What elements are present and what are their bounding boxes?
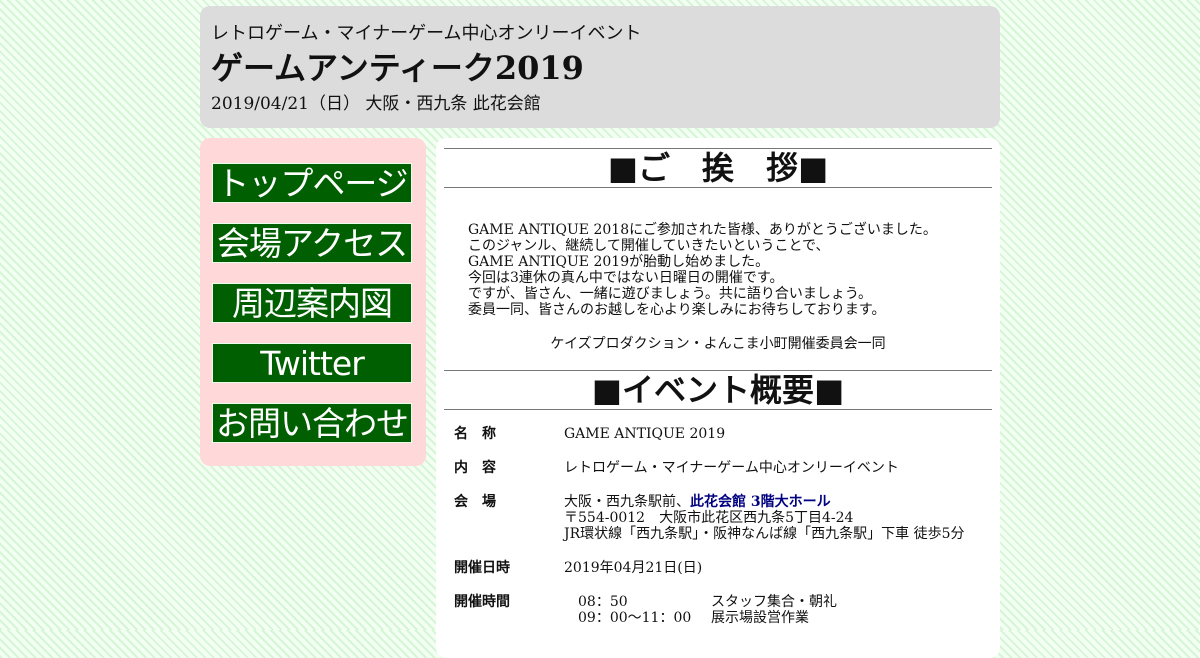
schedule-time: 08：50 — [578, 594, 628, 610]
site-subtitle: レトロゲーム・マイナーゲーム中心オンリーイベント — [211, 23, 642, 44]
date-label: 開催日時 — [454, 560, 510, 576]
table-row: 開催日時 2019年04月21日(日) — [454, 554, 965, 588]
nav-contact-button[interactable]: お問い合わせ — [212, 403, 412, 443]
venue-access: JR環状線「西九条駅」・阪神なんば線「西九条駅」下車 徒歩5分 — [564, 526, 965, 542]
venue-label: 会 場 — [454, 494, 496, 510]
schedule-row: 09：00～11：00 展示場設営作業 — [564, 610, 965, 626]
greeting-line: 委員一同、皆さんのお越しを心より楽しみにお待ちしております。 — [468, 302, 886, 318]
overview-table: 名 称 GAME ANTIQUE 2019 内 容 レトロゲーム・マイナーゲーム… — [454, 420, 965, 638]
greeting-line: GAME ANTIQUE 2018にご参加された皆様、ありがとうございました。 — [468, 222, 937, 238]
table-row: 開催時間 08：50 スタッフ集合・朝礼 09：00～11：00 展示場設営作業 — [454, 588, 965, 638]
content-label: 内 容 — [454, 460, 496, 476]
venue-value: 大阪・西九条駅前、此花会館 3階大ホール 〒554-0012 大阪市此花区西九条… — [564, 488, 965, 554]
greeting-heading: ■ご 挨 拶■ — [444, 148, 992, 188]
overview-heading: ■イベント概要■ — [444, 370, 992, 410]
time-schedule: 08：50 スタッフ集合・朝礼 09：00～11：00 展示場設営作業 — [564, 588, 965, 638]
schedule-desc: スタッフ集合・朝礼 — [711, 594, 837, 610]
main-content: ■ご 挨 拶■ GAME ANTIQUE 2018にご参加された皆様、ありがとう… — [436, 138, 1000, 658]
greeting-text: GAME ANTIQUE 2018にご参加された皆様、ありがとうございました。 … — [468, 222, 992, 318]
schedule-desc: 展示場設営作業 — [711, 610, 809, 626]
content-value: レトロゲーム・マイナーゲーム中心オンリーイベント — [564, 460, 899, 476]
venue-link[interactable]: 此花会館 3階大ホール — [690, 494, 831, 510]
schedule-row: 08：50 スタッフ集合・朝礼 — [564, 594, 965, 610]
greeting-line: このジャンル、継続して開催していきたいということで、 — [468, 238, 830, 254]
venue-address: 〒554-0012 大阪市此花区西九条5丁目4-24 — [564, 510, 854, 526]
table-row: 会 場 大阪・西九条駅前、此花会館 3階大ホール 〒554-0012 大阪市此花… — [454, 488, 965, 554]
name-label: 名 称 — [454, 426, 496, 442]
event-date-place: 2019/04/21（日） 大阪・西九条 此花会館 — [211, 94, 541, 114]
site-title: ゲームアンティーク2019 — [211, 49, 584, 87]
nav-twitter-button[interactable]: Twitter — [212, 343, 412, 383]
greeting-signature: ケイズプロダクション・よんこま小町開催委員会一同 — [550, 336, 886, 352]
venue-prefix: 大阪・西九条駅前、 — [564, 494, 690, 510]
greeting-line: ですが、皆さん、一緒に遊びましょう。共に語り合いましょう。 — [468, 286, 873, 302]
time-label: 開催時間 — [454, 594, 510, 610]
nav-venue-access-button[interactable]: 会場アクセス — [212, 223, 412, 263]
greeting-line: GAME ANTIQUE 2019が胎動し始めました。 — [468, 254, 770, 270]
sidebar-nav: トップページ 会場アクセス 周辺案内図 Twitter お問い合わせ — [200, 138, 426, 466]
nav-area-map-button[interactable]: 周辺案内図 — [212, 283, 412, 323]
date-value: 2019年04月21日(日) — [564, 560, 703, 576]
nav-top-page-button[interactable]: トップページ — [212, 163, 412, 203]
name-value: GAME ANTIQUE 2019 — [564, 426, 726, 442]
site-header: レトロゲーム・マイナーゲーム中心オンリーイベント ゲームアンティーク2019 2… — [200, 6, 1000, 128]
greeting-line: 今回は3連休の真ん中ではない日曜日の開催です。 — [468, 270, 784, 286]
table-row: 内 容 レトロゲーム・マイナーゲーム中心オンリーイベント — [454, 454, 965, 488]
schedule-time: 09：00～11：00 — [578, 610, 692, 626]
table-row: 名 称 GAME ANTIQUE 2019 — [454, 420, 965, 454]
